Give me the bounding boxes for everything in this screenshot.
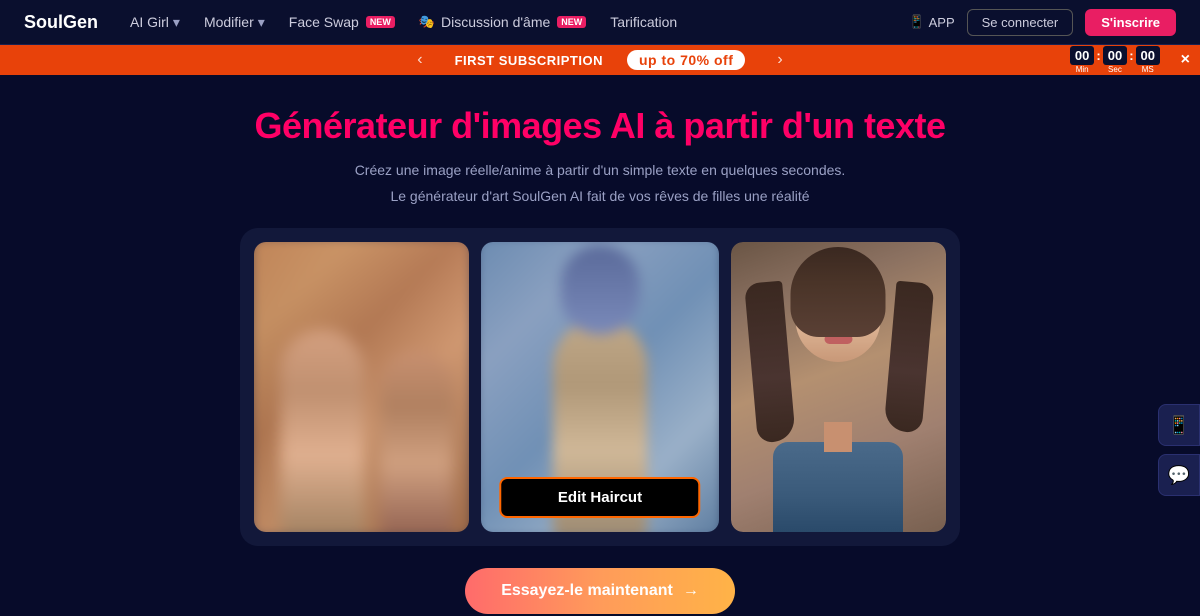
nav-app[interactable]: 📱 APP [908,14,954,30]
nav-ai-girl-label: AI Girl [130,14,169,30]
cta-label: Essayez-le maintenant [501,582,673,600]
app-float-button[interactable]: 📱 [1158,404,1200,446]
timer-minutes-group: 00 Min [1070,46,1094,74]
nav-face-swap[interactable]: Face Swap NEW [289,14,395,30]
navbar: SoulGen AI Girl ▾ Modifier ▾ Face Swap N… [0,0,1200,45]
timer-ms-label: MS [1142,65,1154,74]
promo-timer: 00 Min : 00 Sec : 00 MS [1070,46,1160,74]
promo-prev-arrow[interactable]: ‹ [409,51,430,69]
edit-haircut-button[interactable]: Edit Haircut [499,477,700,518]
signup-button[interactable]: S'inscrire [1085,9,1176,36]
gallery-panel-center: Edit Haircut [481,242,718,532]
hero-subtitle-2: Le générateur d'art SoulGen AI fait de v… [0,185,1200,207]
portrait-hair [791,247,886,337]
promo-offer-label: up to 70% off [627,50,745,70]
hair-left [744,280,796,443]
nav-discussion[interactable]: 🎭 Discussion d'âme NEW [419,14,586,30]
cta-button[interactable]: Essayez-le maintenant → [465,568,735,614]
portrait-neck [824,422,852,452]
hair-right [884,280,935,433]
new-badge-discussion: NEW [557,16,586,28]
nav-tarification-label: Tarification [610,14,677,30]
timer-sec-label: Sec [1108,65,1122,74]
gallery-panel-left [254,242,469,532]
nav-modifier[interactable]: Modifier ▾ [204,14,265,31]
soul-icon: 🎭 [419,14,435,30]
timer-colon-1: : [1096,48,1100,63]
gallery-section: Edit Haircut [0,228,1200,546]
login-button[interactable]: Se connecter [967,9,1074,36]
shirt-blob-center [561,245,640,334]
phone-icon: 📱 [908,14,924,30]
timer-seconds: 00 [1103,46,1127,65]
gallery-panel-right [731,242,946,532]
app-label: APP [929,15,955,30]
timer-colon-2: : [1129,48,1133,63]
gallery-image-right [731,242,946,532]
hero-subtitle-1: Créez une image réelle/anime à partir d'… [0,159,1200,181]
timer-minutes: 00 [1070,46,1094,65]
figure-blob-left-2 [380,350,454,532]
nav-modifier-label: Modifier [204,14,254,30]
gallery-image-left [254,242,469,532]
arrow-icon: → [683,582,699,600]
figure-blob-left [280,329,364,532]
nav-right: 📱 APP Se connecter S'inscrire [908,9,1176,36]
promo-subscription-label: FIRST SUBSCRIPTION [455,53,603,68]
chevron-down-icon: ▾ [258,14,265,31]
timer-ms-group: 00 MS [1136,46,1160,74]
nav-ai-girl[interactable]: AI Girl ▾ [130,14,180,31]
chevron-down-icon: ▾ [173,14,180,31]
nav-discussion-label: Discussion d'âme [441,14,550,30]
new-badge: NEW [366,16,395,28]
hero-title: Générateur d'images AI à partir d'un tex… [0,105,1200,147]
gallery-card: Edit Haircut [240,228,960,546]
cta-section: Essayez-le maintenant → [0,568,1200,614]
chat-float-icon: 💬 [1168,465,1190,486]
nav-tarification[interactable]: Tarification [610,14,677,30]
promo-banner: ‹ FIRST SUBSCRIPTION up to 70% off › 00 … [0,45,1200,75]
nav-face-swap-label: Face Swap [289,14,359,30]
chat-float-button[interactable]: 💬 [1158,454,1200,496]
portrait-body [773,442,903,532]
promo-next-arrow[interactable]: › [769,51,790,69]
timer-min-label: Min [1076,65,1089,74]
float-right-panel: 📱 💬 [1158,404,1200,496]
promo-close-button[interactable]: × [1181,51,1190,69]
main-content: Générateur d'images AI à partir d'un tex… [0,75,1200,614]
phone-float-icon: 📱 [1168,415,1190,436]
timer-seconds-group: 00 Sec [1103,46,1127,74]
logo[interactable]: SoulGen [24,12,98,33]
nav-links: AI Girl ▾ Modifier ▾ Face Swap NEW 🎭 Dis… [130,14,908,31]
timer-ms: 00 [1136,46,1160,65]
